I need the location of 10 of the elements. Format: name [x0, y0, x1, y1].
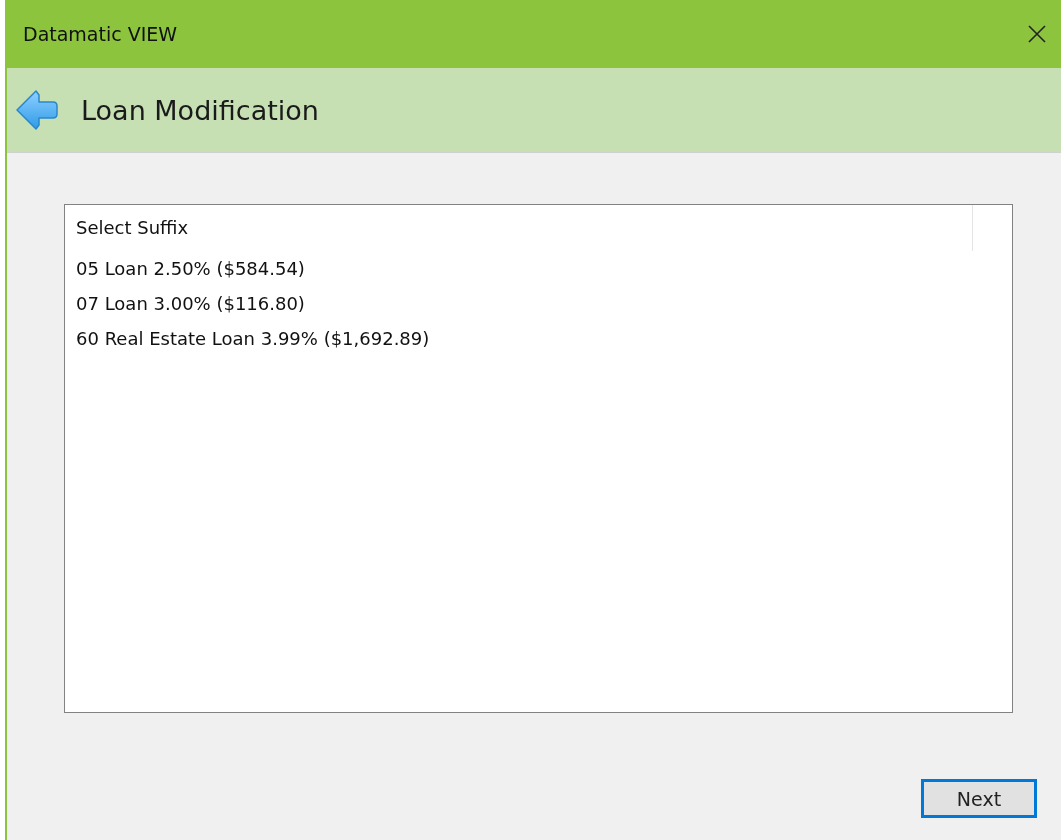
list-item[interactable]: 05 Loan 2.50% ($584.54) [65, 251, 972, 286]
page-title: Loan Modification [81, 94, 319, 126]
close-icon [1027, 24, 1047, 44]
window-title: Datamatic VIEW [23, 23, 178, 45]
back-button[interactable] [15, 89, 59, 131]
list-item[interactable]: 07 Loan 3.00% ($116.80) [65, 286, 972, 321]
next-button[interactable]: Next [921, 779, 1037, 818]
list-item[interactable]: 60 Real Estate Loan 3.99% ($1,692.89) [65, 321, 972, 356]
column-header: Select Suffix [65, 205, 973, 251]
back-arrow-icon [15, 89, 59, 131]
